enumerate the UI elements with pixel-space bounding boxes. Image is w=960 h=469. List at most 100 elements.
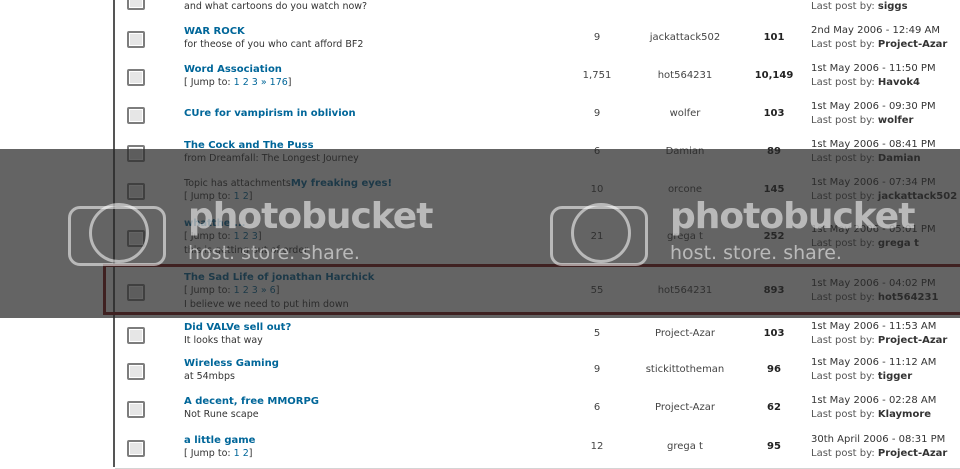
last-post-date: 1st May 2006 - 11:50 PM <box>811 63 936 74</box>
topic-cell: CUre for vampirism in oblivion <box>184 96 574 134</box>
jump-page-links[interactable]: 1 2 3 » 176 <box>234 77 288 88</box>
last-post-info: 1st May 2006 - 11:50 PM Last post by: Hav… <box>811 58 960 96</box>
last-post-date: 1st May 2006 - 11:53 AM <box>811 321 937 332</box>
topic-starter-link[interactable]: Project-Azar <box>627 402 743 413</box>
topic-title-link[interactable]: WAR ROCK <box>184 26 245 37</box>
topic-row: and what cartoons do you watch now? Last … <box>115 0 960 21</box>
views-count: 62 <box>767 402 781 413</box>
last-post-by: Last post by: wolfer <box>811 115 914 126</box>
views-count: 103 <box>763 328 785 339</box>
topic-title-line: A decent, free MMORPG <box>184 396 319 407</box>
views-count: 10,149 <box>754 70 794 81</box>
topic-starter-link[interactable]: hot564231 <box>627 70 743 81</box>
replies-count: 1,751 <box>582 70 612 81</box>
jump-end: ] <box>248 448 253 459</box>
jump-label: [ Jump to: <box>184 448 234 459</box>
views-count: 96 <box>767 364 781 375</box>
last-post-date: 1st May 2006 - 11:12 AM <box>811 357 937 368</box>
topic-row: Did VALVe sell out? It looks that way 5 Pro… <box>115 318 960 353</box>
topic-starter-link[interactable]: wolfer <box>627 108 743 119</box>
replies-count: 9 <box>593 108 601 119</box>
last-post-by-label: Last post by: <box>811 409 875 420</box>
jump-end: ] <box>287 77 292 88</box>
topic-icon-cell <box>115 390 160 428</box>
last-post-by: Last post by: siggs <box>811 1 908 12</box>
last-post-info: 2nd May 2006 - 12:49 AM Last post by: Pro… <box>811 20 960 58</box>
topic-title-line: Word Association <box>184 64 282 75</box>
watermark-band: photobucket host. store. share. photobuc… <box>0 149 960 318</box>
topic-title-link[interactable]: Wireless Gaming <box>184 358 279 369</box>
topic-title-link[interactable]: a little game <box>184 435 255 446</box>
last-post-by-label: Last post by: <box>811 371 875 382</box>
camera-icon <box>550 203 648 266</box>
topic-title-link[interactable]: A decent, free MMORPG <box>184 396 319 407</box>
last-post-by: Last post by: tigger <box>811 371 912 382</box>
topic-title-link[interactable]: CUre for vampirism in oblivion <box>184 108 356 119</box>
last-poster-link[interactable]: Project-Azar <box>878 39 947 50</box>
topic-icon-cell <box>115 352 160 390</box>
last-poster-link[interactable]: Havok4 <box>878 77 920 88</box>
topic-starter-link[interactable]: stickittotheman <box>627 364 743 375</box>
topic-title-line: Wireless Gaming <box>184 358 279 369</box>
topic-row: Wireless Gaming at 54mbps 9 stickittotheman… <box>115 352 960 391</box>
views-count: 101 <box>763 32 785 43</box>
topic-title-line: Did VALVe sell out? <box>184 322 291 333</box>
replies-count: 9 <box>593 364 601 375</box>
topic-folder-icon[interactable] <box>127 31 145 48</box>
topic-starter-link[interactable]: jackattack502 <box>627 32 743 43</box>
last-post-by: Last post by: Klaymore <box>811 409 931 420</box>
topic-description: for theose of you who cant afford BF2 <box>184 39 364 50</box>
last-post-by-label: Last post by: <box>811 115 875 126</box>
watermark-brand: photobucket <box>670 196 915 237</box>
jump-page-links[interactable]: 1 2 <box>234 448 249 459</box>
views-count: 103 <box>763 108 785 119</box>
topic-cell: Did VALVe sell out? It looks that way <box>184 318 574 352</box>
last-post-date: 30th April 2006 - 08:31 PM <box>811 434 946 445</box>
last-poster-link[interactable]: Project-Azar <box>878 335 947 346</box>
last-poster-link[interactable]: wolfer <box>878 115 914 126</box>
last-poster-link[interactable]: Klaymore <box>878 409 931 420</box>
topic-cell: A decent, free MMORPG Not Rune scape <box>184 390 574 428</box>
topic-folder-icon[interactable] <box>127 107 145 124</box>
topic-folder-icon[interactable] <box>127 401 145 418</box>
topic-icon-cell <box>115 96 160 134</box>
topic-starter-link[interactable]: grega t <box>627 441 743 452</box>
topic-starter-link[interactable]: Project-Azar <box>627 328 743 339</box>
last-post-info: 30th April 2006 - 08:31 PM Last post by: … <box>811 428 960 468</box>
watermark-tagline: host. store. share. <box>188 242 360 264</box>
last-post-by-label: Last post by: <box>811 448 875 459</box>
last-poster-link[interactable]: Project-Azar <box>878 448 947 459</box>
topic-description: Not Rune scape <box>184 409 259 420</box>
topic-cell: and what cartoons do you watch now? <box>184 0 574 20</box>
watermark-tagline: host. store. share. <box>670 242 842 264</box>
last-post-by: Last post by: Project-Azar <box>811 335 947 346</box>
topic-folder-icon[interactable] <box>127 0 145 10</box>
last-post-info: 1st May 2006 - 11:53 AM Last post by: Pro… <box>811 318 960 352</box>
topic-title-link[interactable]: Word Association <box>184 64 282 75</box>
topic-folder-icon[interactable] <box>127 363 145 380</box>
last-poster-link[interactable]: tigger <box>878 371 912 382</box>
last-post-by: Last post by: Project-Azar <box>811 39 947 50</box>
last-post-date: 1st May 2006 - 02:28 AM <box>811 395 937 406</box>
topic-title-link[interactable]: Did VALVe sell out? <box>184 322 291 333</box>
last-post-by-label: Last post by: <box>811 1 875 12</box>
topic-icon-cell <box>115 318 160 352</box>
topic-row: A decent, free MMORPG Not Rune scape 6 Proj… <box>115 390 960 429</box>
jump-to-pages: [ Jump to: 1 2 3 » 176] <box>184 77 292 88</box>
topic-row: WAR ROCK for theose of you who cant affor… <box>115 20 960 59</box>
watermark-brand: photobucket <box>188 196 433 237</box>
last-post-by: Last post by: Havok4 <box>811 77 920 88</box>
topic-cell: a little game [ Jump to: 1 2] <box>184 428 574 468</box>
last-post-info: Last post by: siggs <box>811 0 960 20</box>
last-poster-link[interactable]: siggs <box>878 1 908 12</box>
topic-description: and what cartoons do you watch now? <box>184 1 368 12</box>
topic-folder-icon[interactable] <box>127 327 145 344</box>
topic-description: at 54mbps <box>184 371 235 382</box>
topic-folder-icon[interactable] <box>127 440 145 457</box>
last-post-by-label: Last post by: <box>811 335 875 346</box>
topic-title-line: WAR ROCK <box>184 26 245 37</box>
topic-folder-icon[interactable] <box>127 69 145 86</box>
topic-row: CUre for vampirism in oblivion 9 wolfer 103… <box>115 96 960 135</box>
last-post-info: 1st May 2006 - 11:12 AM Last post by: tig… <box>811 352 960 390</box>
topic-icon-cell <box>115 428 160 468</box>
